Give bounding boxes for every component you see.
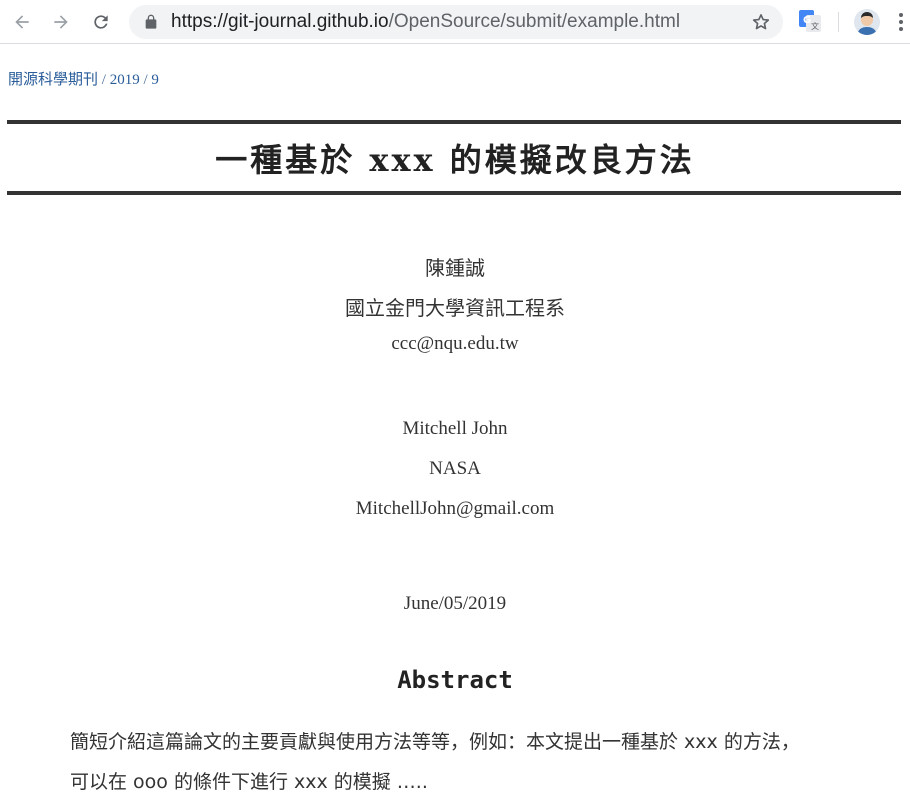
- author-affiliation: 國立金門大學資訊工程系: [345, 296, 565, 320]
- author-email: MitchellJohn@gmail.com: [355, 498, 555, 519]
- star-icon[interactable]: [751, 12, 771, 32]
- more-menu-icon[interactable]: [895, 10, 907, 34]
- author-name: Mitchell John: [402, 418, 508, 439]
- forward-icon: [54, 15, 68, 29]
- toolbar-separator: [838, 12, 839, 32]
- breadcrumb: 開源科學期刊 / 2019 / 9: [8, 68, 159, 89]
- abstract-heading: Abstract: [397, 666, 513, 694]
- author-name: 陳鍾誠: [425, 256, 485, 280]
- browser-toolbar: https://git-journal.github.io/OpenSource…: [0, 0, 910, 44]
- reload-icon: [94, 15, 108, 29]
- reload-button[interactable]: [87, 8, 115, 36]
- avatar[interactable]: [854, 9, 880, 35]
- address-bar[interactable]: https://git-journal.github.io/OpenSource…: [129, 5, 783, 39]
- breadcrumb-issue-link[interactable]: 9: [151, 72, 159, 88]
- abstract-text-line: 簡短介紹這篇論文的主要貢獻與使用方法等等，例如：本文提出一種基於 xxx 的方法…: [70, 731, 800, 753]
- url-path: /OpenSource/submit/example.html: [388, 11, 681, 32]
- breadcrumb-separator: /: [139, 72, 152, 88]
- paper-title: 一種基於 xxx 的模擬改良方法: [215, 141, 695, 179]
- title-bottom-rule: [7, 191, 901, 195]
- breadcrumb-journal-link[interactable]: 開源科學期刊: [8, 72, 98, 88]
- breadcrumb-year-link[interactable]: 2019: [110, 72, 140, 88]
- svg-text:G: G: [803, 15, 811, 26]
- translate-icon[interactable]: G 文: [798, 9, 822, 33]
- lock-icon: [145, 14, 157, 29]
- url-host: https://git-journal.github.io: [171, 11, 389, 32]
- author-email: ccc@nqu.edu.tw: [391, 333, 519, 354]
- back-icon: [15, 15, 29, 29]
- title-top-rule: [7, 120, 901, 124]
- author-affiliation: NASA: [429, 458, 481, 479]
- back-button[interactable]: [8, 8, 36, 36]
- abstract-text-line: 可以在 ooo 的條件下進行 xxx 的模擬 …..: [70, 771, 428, 793]
- url-text: https://git-journal.github.io/OpenSource…: [171, 11, 680, 33]
- publication-date: June/05/2019: [403, 593, 507, 614]
- breadcrumb-separator: /: [98, 72, 110, 88]
- svg-text:文: 文: [811, 21, 819, 31]
- forward-button[interactable]: [47, 8, 75, 36]
